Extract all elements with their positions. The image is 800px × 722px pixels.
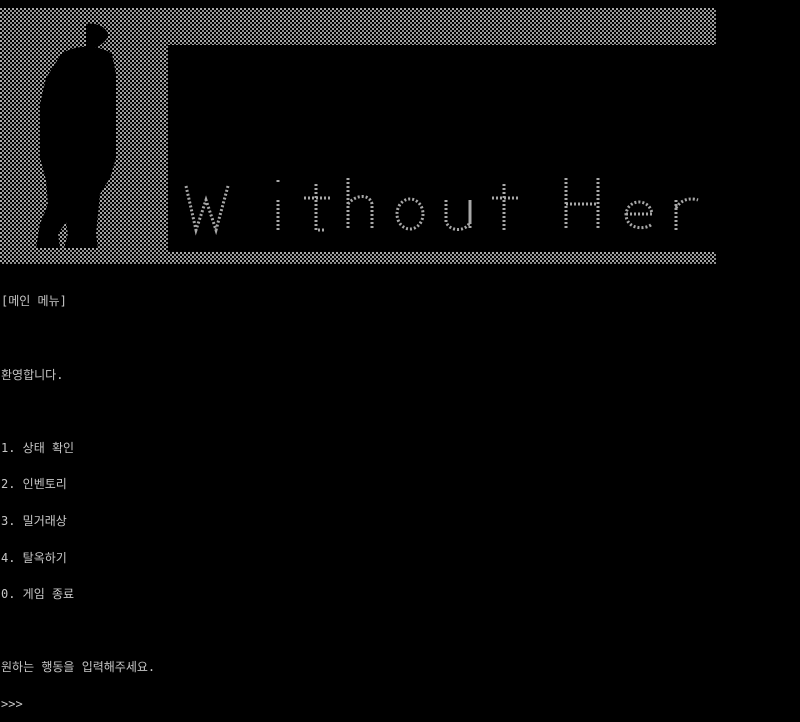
menu-item-escape: 4. 탈옥하기 (1, 550, 67, 565)
input-instruction: 원하는 행동을 입력해주세요. (1, 660, 156, 675)
menu-item-inventory: 2. 인벤토리 (1, 477, 67, 492)
ascii-title-without-her (184, 178, 699, 236)
text-cursor (24, 699, 31, 710)
terminal-output: [메인 메뉴] 환영합니다. 1. 상태 확인 2. 인벤토리 3. 밀거래상 … (1, 271, 155, 722)
command-prompt[interactable]: >>> (1, 698, 155, 710)
menu-item-status: 1. 상태 확인 (1, 440, 75, 455)
ascii-art-banner (0, 8, 716, 264)
welcome-message: 환영합니다. (1, 367, 64, 382)
prompt-symbol: >>> (1, 696, 23, 711)
menu-item-quit: 0. 게임 종료 (1, 587, 75, 602)
menu-header: [메인 메뉴] (1, 294, 67, 309)
ascii-bottom-band (0, 252, 716, 264)
menu-item-black-market: 3. 밀거래상 (1, 513, 67, 528)
ascii-top-band (0, 8, 716, 45)
